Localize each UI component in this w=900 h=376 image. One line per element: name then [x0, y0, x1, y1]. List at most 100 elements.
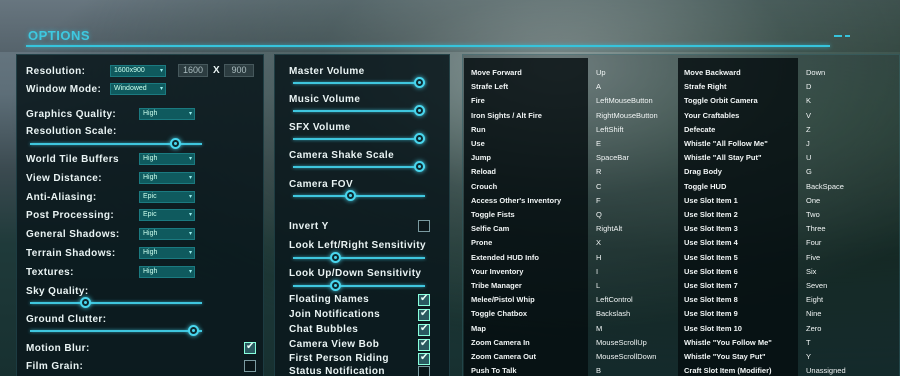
keybind-action-right[interactable]: Use Slot Item 8 — [684, 295, 738, 304]
resolution-scale-knob[interactable] — [169, 138, 181, 149]
keybind-action-left[interactable]: Toggle Fists — [471, 210, 515, 219]
keybind-key-right[interactable]: Two — [806, 210, 820, 219]
keybind-action-left[interactable]: Zoom Camera Out — [471, 352, 536, 361]
keybind-key-left[interactable]: C — [596, 182, 601, 191]
keybind-key-right[interactable]: Seven — [806, 281, 827, 290]
keybind-key-left[interactable]: LeftControl — [596, 295, 633, 304]
keybind-key-left[interactable]: A — [596, 82, 601, 91]
keybind-action-left[interactable]: Reload — [471, 167, 496, 176]
keybind-action-left[interactable]: Prone — [471, 238, 492, 247]
audio-slider-track[interactable] — [293, 166, 425, 168]
keybind-key-left[interactable]: SpaceBar — [596, 153, 629, 162]
keybind-action-right[interactable]: Drag Body — [684, 167, 722, 176]
graphics-setting-select[interactable]: Epic ▾ — [139, 209, 195, 221]
keybind-action-left[interactable]: Selfie Cam — [471, 224, 509, 233]
keybind-action-right[interactable]: Your Craftables — [684, 111, 739, 120]
keybind-key-left[interactable]: L — [596, 281, 600, 290]
keybind-key-right[interactable]: D — [806, 82, 811, 91]
audio-check-checkbox[interactable] — [418, 366, 430, 376]
audio-slider-knob[interactable] — [414, 105, 425, 116]
keybind-key-right[interactable]: BackSpace — [806, 182, 844, 191]
keybind-action-left[interactable]: Move Forward — [471, 68, 522, 77]
keybind-key-left[interactable]: M — [596, 324, 602, 333]
keybind-key-right[interactable]: T — [806, 338, 811, 347]
keybind-action-left[interactable]: Fire — [471, 96, 485, 105]
keybind-action-right[interactable]: Use Slot Item 6 — [684, 267, 738, 276]
keybind-key-left[interactable]: MouseScrollDown — [596, 352, 656, 361]
motion-blur-checkbox[interactable] — [244, 341, 256, 354]
resolution-height-input[interactable]: 900 — [224, 64, 254, 77]
audio-check-checkbox[interactable] — [418, 352, 430, 365]
keybind-key-right[interactable]: Nine — [806, 309, 821, 318]
invert-y-checkbox[interactable] — [418, 220, 430, 232]
keybind-key-left[interactable]: MouseScrollUp — [596, 338, 647, 347]
keybind-action-left[interactable]: Map — [471, 324, 486, 333]
keybind-key-right[interactable]: V — [806, 111, 811, 120]
keybind-action-right[interactable]: Whistle "You Follow Me" — [684, 338, 772, 347]
graphics-setting-select[interactable]: Epic ▾ — [139, 191, 195, 203]
keybind-action-right[interactable]: Use Slot Item 5 — [684, 253, 738, 262]
graphics-setting-select[interactable]: High ▾ — [139, 153, 195, 165]
film-grain-checkbox[interactable] — [244, 360, 256, 372]
resolution-select[interactable]: 1600x900 ▾ — [110, 65, 166, 77]
keybind-key-left[interactable]: Q — [596, 210, 602, 219]
keybind-key-right[interactable]: Three — [806, 224, 826, 233]
keybind-action-right[interactable]: Use Slot Item 1 — [684, 196, 738, 205]
keybind-key-left[interactable]: E — [596, 139, 601, 148]
audio-slider-knob[interactable] — [414, 133, 425, 144]
keybind-action-left[interactable]: Zoom Camera In — [471, 338, 530, 347]
keybind-key-right[interactable]: Z — [806, 125, 811, 134]
keybind-action-left[interactable]: Use — [471, 139, 485, 148]
audio-slider-knob[interactable] — [414, 77, 425, 88]
keybind-key-left[interactable]: X — [596, 238, 601, 247]
keybind-action-left[interactable]: Crouch — [471, 182, 497, 191]
keybind-action-right[interactable]: Whistle "All Follow Me" — [684, 139, 768, 148]
keybind-key-right[interactable]: U — [806, 153, 811, 162]
keybind-action-left[interactable]: Tribe Manager — [471, 281, 522, 290]
keybind-key-left[interactable]: Up — [596, 68, 606, 77]
keybind-action-right[interactable]: Use Slot Item 10 — [684, 324, 742, 333]
graphics-setting-select[interactable]: High ▾ — [139, 247, 195, 259]
audio-slider-knob[interactable] — [414, 161, 425, 172]
keybind-action-left[interactable]: Strafe Left — [471, 82, 508, 91]
audio-slider-track[interactable] — [293, 195, 425, 197]
keybind-action-left[interactable]: Jump — [471, 153, 491, 162]
keybind-action-left[interactable]: Toggle Chatbox — [471, 309, 527, 318]
keybind-action-left[interactable]: Push To Talk — [471, 366, 517, 375]
keybind-key-right[interactable]: Y — [806, 352, 811, 361]
keybind-action-right[interactable]: Use Slot Item 2 — [684, 210, 738, 219]
graphics-quality-select[interactable]: High ▾ — [139, 108, 195, 120]
keybind-action-right[interactable]: Use Slot Item 7 — [684, 281, 738, 290]
keybind-key-left[interactable]: RightAlt — [596, 224, 622, 233]
keybind-action-right[interactable]: Whistle "All Stay Put" — [684, 153, 762, 162]
keybind-key-left[interactable]: F — [596, 196, 601, 205]
audio-check-checkbox[interactable] — [418, 308, 430, 321]
keybind-action-left[interactable]: Melee/Pistol Whip — [471, 295, 535, 304]
keybind-key-left[interactable]: H — [596, 253, 601, 262]
keybind-action-right[interactable]: Craft Slot Item (Modifier) — [684, 366, 772, 375]
keybind-key-right[interactable]: Eight — [806, 295, 823, 304]
keybind-action-left[interactable]: Run — [471, 125, 486, 134]
look-lr-slider[interactable] — [293, 257, 425, 259]
look-ud-slider[interactable] — [293, 285, 425, 287]
audio-slider-track[interactable] — [293, 110, 425, 112]
keybind-key-right[interactable]: Down — [806, 68, 825, 77]
keybind-key-left[interactable]: I — [596, 267, 598, 276]
keybind-action-right[interactable]: Toggle HUD — [684, 182, 726, 191]
audio-slider-track[interactable] — [293, 138, 425, 140]
keybind-key-left[interactable]: R — [596, 167, 601, 176]
graphics-setting-select[interactable]: High ▾ — [139, 266, 195, 278]
keybind-key-right[interactable]: Four — [806, 238, 821, 247]
keybind-action-right[interactable]: Use Slot Item 9 — [684, 309, 738, 318]
keybind-action-right[interactable]: Toggle Orbit Camera — [684, 96, 758, 105]
ground-clutter-slider[interactable] — [30, 330, 202, 332]
keybind-key-right[interactable]: K — [806, 96, 811, 105]
keybind-action-right[interactable]: Whistle "You Stay Put" — [684, 352, 766, 361]
keybind-action-right[interactable]: Defecate — [684, 125, 715, 134]
keybind-action-right[interactable]: Move Backward — [684, 68, 741, 77]
keybind-key-right[interactable]: Unassigned — [806, 366, 846, 375]
audio-check-checkbox[interactable] — [418, 323, 430, 336]
keybind-key-right[interactable]: Zero — [806, 324, 821, 333]
audio-check-checkbox[interactable] — [418, 338, 430, 351]
keybind-action-left[interactable]: Extended HUD Info — [471, 253, 539, 262]
